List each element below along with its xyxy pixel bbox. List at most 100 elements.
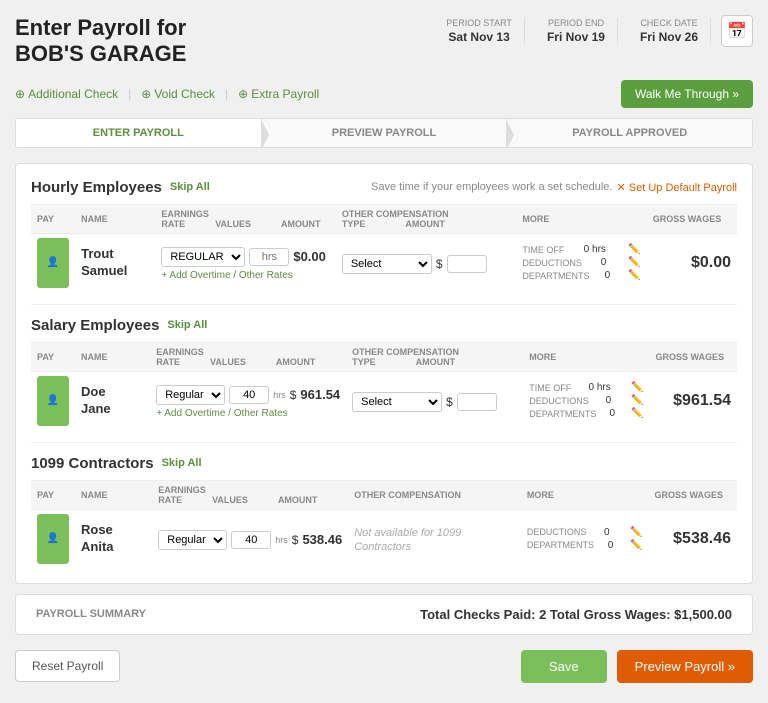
hourly-gross-cell: $0.00 (647, 233, 737, 292)
avatar: 👤 (37, 238, 69, 288)
add-overtime-link[interactable]: + Add Overtime / Other Rates (161, 270, 330, 281)
col-more-c: MORE (521, 480, 649, 509)
contractor-other-cell: Not available for 1099 Contractors (348, 509, 521, 568)
contractor-earnings-amount: 538.46 (302, 532, 342, 547)
calendar-icon[interactable]: 📅 (721, 15, 753, 47)
avatar: 👤 (37, 376, 69, 426)
hourly-name-cell: Trout Samuel (75, 233, 155, 292)
col-other-h: OTHER COMPENSATION TYPE AMOUNT (336, 204, 517, 233)
contractor-earnings-cell: Regular hrs $ 538.46 (152, 509, 348, 568)
table-row: 👤 Doe Jane Regular (31, 371, 737, 430)
departments-edit-icon[interactable]: ✏️ (628, 270, 640, 281)
contractor-rate-select[interactable]: Regular (158, 530, 227, 550)
page-title: Enter Payroll for BOB'S GARAGE (15, 15, 186, 68)
avatar: 👤 (37, 514, 69, 564)
earnings-amount: $0.00 (293, 249, 326, 264)
payroll-main-card: Hourly Employees Skip All Save time if y… (15, 163, 753, 584)
page-header: Enter Payroll for BOB'S GARAGE PERIOD ST… (15, 15, 753, 68)
col-gross-h: GROSS WAGES (647, 204, 737, 233)
quick-actions: Additional Check | Void Check | Extra Pa… (15, 87, 319, 101)
rate-select[interactable]: REGULAR (161, 247, 245, 267)
gross-wages: $0.00 (653, 254, 731, 272)
salary-time-off-edit-icon[interactable]: ✏️ (631, 382, 643, 393)
step-payroll-approved: PAYROLL APPROVED (507, 119, 752, 147)
hourly-other-cell: Select $ (336, 233, 517, 292)
contractor-deductions-edit-icon[interactable]: ✏️ (630, 527, 642, 538)
check-date: CHECK DATE Fri Nov 26 (628, 18, 711, 44)
payroll-summary: PAYROLL SUMMARY Total Checks Paid: 2 Tot… (15, 594, 753, 635)
save-button[interactable]: Save (521, 650, 607, 683)
salary-earnings-cell: Regular hrs $ 961.54 + Add Overtime / Ot… (150, 371, 346, 430)
period-end: PERIOD END Fri Nov 19 (535, 18, 618, 44)
date-range: PERIOD START Sat Nov 13 PERIOD END Fri N… (434, 15, 753, 47)
salary-earnings-amount: 961.54 (300, 387, 340, 402)
hourly-skip-all[interactable]: Skip All (170, 181, 210, 193)
salary-departments-edit-icon[interactable]: ✏️ (631, 408, 643, 419)
contractor-name-cell: Rose Anita (75, 509, 152, 568)
contractor-gross-cell: $538.46 (649, 509, 737, 568)
contractor-avatar-cell: 👤 (31, 509, 75, 568)
setup-default-payroll-link[interactable]: ✕ Set Up Default Payroll (617, 181, 738, 194)
contractors-skip-all[interactable]: Skip All (162, 457, 202, 469)
contractors-table: PAY NAME EARNINGS RATE VALUES AMOUNT OTH… (31, 480, 737, 568)
walk-me-through-button[interactable]: Walk Me Through » (621, 80, 753, 108)
wizard-steps: ENTER PAYROLL PREVIEW PAYROLL PAYROLL AP… (15, 118, 753, 148)
col-name-h: NAME (75, 204, 155, 233)
reset-payroll-button[interactable]: Reset Payroll (15, 650, 120, 682)
col-gross-c: GROSS WAGES (649, 480, 737, 509)
salary-rate-select[interactable]: Regular (156, 385, 225, 405)
salary-other-amount-input[interactable] (457, 393, 497, 411)
footer: Reset Payroll Save Preview Payroll » (15, 645, 753, 688)
not-available-text: Not available for 1099 Contractors (354, 527, 461, 553)
salary-more-cell: TIME OFF 0 hrs ✏️ DEDUCTIONS 0 ✏️ DEPART… (523, 371, 649, 430)
actions-bar: Additional Check | Void Check | Extra Pa… (15, 80, 753, 108)
hourly-avatar-cell: 👤 (31, 233, 75, 292)
period-start: PERIOD START Sat Nov 13 (434, 18, 525, 44)
salary-other-type-select[interactable]: Select (352, 392, 442, 412)
other-amount-input[interactable] (447, 255, 487, 273)
time-off-edit-icon[interactable]: ✏️ (628, 244, 640, 255)
col-name-c: NAME (75, 480, 152, 509)
deductions-edit-icon[interactable]: ✏️ (628, 257, 640, 268)
col-pay-h: PAY (31, 204, 75, 233)
step-preview-payroll: PREVIEW PAYROLL (262, 119, 508, 147)
step-enter-payroll: ENTER PAYROLL (16, 119, 262, 147)
col-other-c: OTHER COMPENSATION (348, 480, 521, 509)
other-type-select[interactable]: Select (342, 254, 432, 274)
extra-payroll-link[interactable]: Extra Payroll (238, 87, 319, 101)
salary-skip-all[interactable]: Skip All (167, 319, 207, 331)
summary-label: PAYROLL SUMMARY (36, 608, 146, 620)
hourly-more-cell: TIME OFF 0 hrs ✏️ DEDUCTIONS 0 ✏️ DEPART… (516, 233, 646, 292)
hourly-earnings-cell: REGULAR $0.00 + Add Overtime / Other Rat… (155, 233, 336, 292)
salary-values-input[interactable] (229, 386, 269, 404)
col-more-h: MORE (516, 204, 646, 233)
contractor-gross-wages: $538.46 (655, 530, 731, 548)
salary-add-overtime-link[interactable]: + Add Overtime / Other Rates (156, 408, 340, 419)
salary-title: Salary Employees (31, 317, 159, 334)
salary-table: PAY NAME EARNINGS RATE VALUES AMOUNT OTH… (31, 342, 737, 430)
additional-check-link[interactable]: Additional Check (15, 87, 118, 101)
col-more-s: MORE (523, 342, 649, 371)
col-pay-s: PAY (31, 342, 75, 371)
salary-avatar-cell: 👤 (31, 371, 75, 430)
contractor-values-input[interactable] (231, 531, 271, 549)
col-name-s: NAME (75, 342, 150, 371)
col-other-s: OTHER COMPENSATION TYPE AMOUNT (346, 342, 523, 371)
summary-totals: Total Checks Paid: 2 Total Gross Wages: … (420, 607, 732, 622)
table-row: 👤 Trout Samuel REGULAR (31, 233, 737, 292)
salary-deductions-edit-icon[interactable]: ✏️ (631, 395, 643, 406)
salary-other-cell: Select $ (346, 371, 523, 430)
hourly-table: PAY NAME EARNINGS RATE VALUES AMOUNT OTH… (31, 204, 737, 292)
hourly-section-header: Hourly Employees Skip All Save time if y… (31, 179, 737, 196)
col-earnings-c: EARNINGS RATE VALUES AMOUNT (152, 480, 348, 509)
col-gross-s: GROSS WAGES (650, 342, 738, 371)
hourly-title: Hourly Employees (31, 179, 162, 196)
preview-payroll-button[interactable]: Preview Payroll » (617, 650, 753, 683)
void-check-link[interactable]: Void Check (141, 87, 215, 101)
contractor-departments-edit-icon[interactable]: ✏️ (630, 540, 642, 551)
table-row: 👤 Rose Anita Regular (31, 509, 737, 568)
salary-gross-wages: $961.54 (656, 392, 732, 410)
salary-name-cell: Doe Jane (75, 371, 150, 430)
salary-section-header: Salary Employees Skip All (31, 317, 737, 334)
values-input[interactable] (249, 248, 289, 266)
